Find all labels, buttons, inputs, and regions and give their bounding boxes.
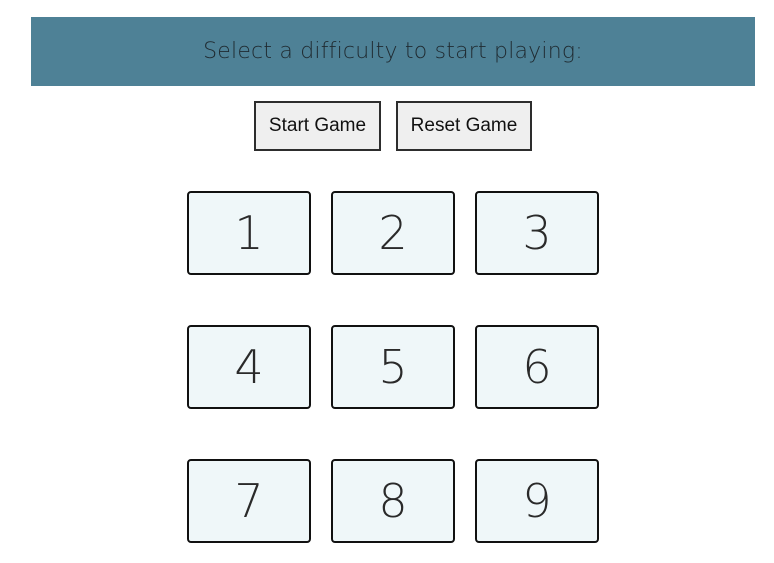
difficulty-tile-2[interactable]: 2 bbox=[331, 191, 455, 275]
start-game-button[interactable]: Start Game bbox=[254, 101, 381, 151]
difficulty-tile-6[interactable]: 6 bbox=[475, 325, 599, 409]
difficulty-tile-7[interactable]: 7 bbox=[187, 459, 311, 543]
game-controls: Start Game Reset Game bbox=[0, 101, 774, 151]
reset-game-button[interactable]: Reset Game bbox=[396, 101, 532, 151]
difficulty-tile-8[interactable]: 8 bbox=[331, 459, 455, 543]
difficulty-tile-1[interactable]: 1 bbox=[187, 191, 311, 275]
difficulty-tile-9[interactable]: 9 bbox=[475, 459, 599, 543]
difficulty-tile-4[interactable]: 4 bbox=[187, 325, 311, 409]
instruction-banner: Select a difficulty to start playing: bbox=[31, 17, 755, 86]
difficulty-tile-3[interactable]: 3 bbox=[475, 191, 599, 275]
instruction-text: Select a difficulty to start playing: bbox=[203, 39, 583, 64]
difficulty-tile-5[interactable]: 5 bbox=[331, 325, 455, 409]
difficulty-grid: 1 2 3 4 5 6 7 8 9 bbox=[187, 191, 599, 543]
